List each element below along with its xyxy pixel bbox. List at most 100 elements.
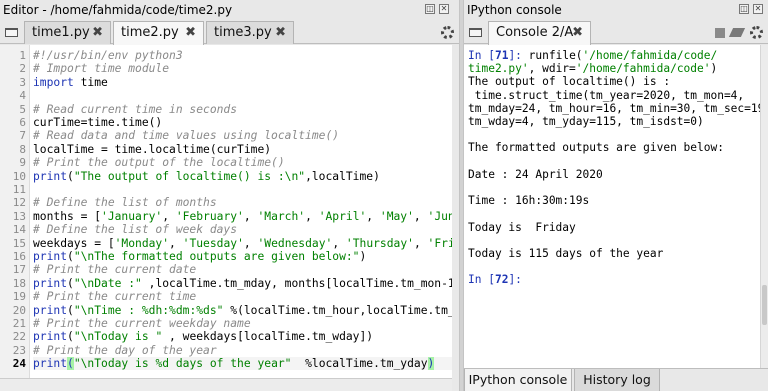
code-token: print xyxy=(33,250,68,263)
console-token: In [ xyxy=(468,273,495,287)
tab-time3[interactable]: time3.py ✖ xyxy=(206,21,294,44)
console-token: , wdir= xyxy=(528,62,576,76)
tab-time1[interactable]: time1.py ✖ xyxy=(24,21,111,44)
console-token: 71 xyxy=(494,49,509,62)
console-output[interactable]: In [71]: runfile('/home/fahmida/code/tim… xyxy=(464,45,760,368)
code-line[interactable]: weekdays = ['Monday', 'Tuesday', 'Wednes… xyxy=(33,237,452,250)
line-number: 24 xyxy=(12,357,26,371)
code-line[interactable]: #!/usr/bin/env python3 xyxy=(33,49,183,62)
code-token: # Print the output of the localtime() xyxy=(33,156,285,170)
line-number: 6 xyxy=(19,116,26,129)
code-line[interactable]: # Print the current date xyxy=(33,263,196,276)
code-token: curTime=time.time() xyxy=(33,116,163,129)
gear-icon[interactable] xyxy=(750,26,763,39)
code-token: %localTime.tm_yday xyxy=(291,357,428,371)
code-line[interactable]: print("\nThe formatted outputs are given… xyxy=(33,250,366,263)
folder-icon[interactable] xyxy=(469,28,482,37)
code-token: 'Thursday' xyxy=(345,236,414,250)
stop-icon[interactable] xyxy=(715,28,725,38)
console-vertical-scrollbar[interactable] xyxy=(760,45,768,368)
console-token: tm_wday=4, tm_yday=115, tm_isdst=0) xyxy=(468,115,704,129)
tab-label: Console 2/A xyxy=(496,25,574,40)
undock-icon[interactable]: ◫ xyxy=(425,4,435,14)
code-token: "The output of localtime() is :\n" xyxy=(73,169,306,183)
code-token: "\nDate :" xyxy=(73,276,142,290)
code-line[interactable]: # Read data and time values using localt… xyxy=(33,129,339,142)
code-line[interactable]: # Read current time in seconds xyxy=(33,103,237,116)
console-token: '/home/fahmida/code/ xyxy=(582,49,718,62)
line-number: 16 xyxy=(12,250,26,263)
code-line[interactable]: # Print the current time xyxy=(33,290,196,303)
console-line: time2.py', wdir='/home/fahmida/code') xyxy=(468,62,760,75)
folder-icon[interactable] xyxy=(5,28,18,37)
code-token: print xyxy=(33,303,68,317)
code-token: 'March' xyxy=(257,209,306,223)
console-line: tm_mday=24, tm_hour=16, tm_min=30, tm_se… xyxy=(468,102,760,115)
console-token: The formatted outputs are given below: xyxy=(468,141,724,155)
code-token: # Define the list of months xyxy=(33,196,217,210)
line-number: 4 xyxy=(19,89,26,103)
code-line[interactable]: print("The output of localtime() is :\n"… xyxy=(33,170,380,183)
code-line[interactable]: # Print the current weekday name xyxy=(33,317,251,330)
close-icon[interactable]: ✖ xyxy=(572,22,583,43)
tab-console-2a[interactable]: Console 2/A ✖ xyxy=(488,21,591,45)
code-line[interactable]: print("\nTime : %dh:%dm:%ds" %(localTime… xyxy=(33,304,452,317)
code-line[interactable]: # Define the list of months xyxy=(33,196,217,209)
close-icon[interactable]: ✕ xyxy=(439,4,449,14)
undock-icon[interactable]: ◫ xyxy=(739,4,749,14)
console-line: In [72]: xyxy=(468,273,760,286)
line-number: 2 xyxy=(19,62,26,76)
code-line[interactable]: curTime=time.time() xyxy=(33,116,162,129)
close-icon[interactable]: ✖ xyxy=(185,22,196,43)
code-token: print xyxy=(33,330,68,344)
code-token: # Read data and time values using localt… xyxy=(33,129,340,143)
code-editor[interactable]: 1 2 3 4 5 6 7 8 9 10 11 12 13 14 15 16 17 18 19 20 21 22 23 24 … xyxy=(0,45,452,378)
console-token: '/home/fahmida/code' xyxy=(575,62,711,76)
code-line[interactable]: months = ['January', 'February', 'March'… xyxy=(33,210,452,223)
line-number: 12 xyxy=(12,196,26,210)
eraser-icon[interactable] xyxy=(728,28,746,37)
line-number: 8 xyxy=(19,142,26,156)
code-token: ( xyxy=(67,169,74,183)
editor-vertical-scrollbar[interactable] xyxy=(452,45,459,391)
console-token: Time : 16h:30m:19s xyxy=(468,194,590,208)
code-line[interactable]: print("\nToday is " , weekdays[localTime… xyxy=(33,330,373,343)
close-icon[interactable]: ✖ xyxy=(92,22,103,43)
close-icon[interactable]: ✕ xyxy=(753,4,763,14)
gear-icon[interactable] xyxy=(441,26,454,39)
console-line: Time : 16h:30m:19s xyxy=(468,194,760,207)
code-token: "\nToday is " xyxy=(73,330,163,344)
close-icon[interactable]: ✖ xyxy=(275,22,286,43)
editor-horizontal-scrollbar[interactable] xyxy=(0,378,452,391)
code-line[interactable]: print("\nToday is %d days of the year" %… xyxy=(33,357,452,371)
code-token: # Read current time in seconds xyxy=(33,102,238,116)
console-line: Today is Friday xyxy=(468,221,760,234)
scroll-thumb[interactable] xyxy=(762,285,767,325)
editor-pane-title: Editor - /home/fahmida/code/time2.py xyxy=(3,3,233,17)
tab-ipython-console[interactable]: IPython console xyxy=(464,369,572,391)
console-bottom-tabs: IPython console History log xyxy=(464,368,768,391)
code-token: , xyxy=(305,209,319,223)
code-line[interactable]: localTime = time.localtime(curTime) xyxy=(33,143,271,156)
line-number: 13 xyxy=(12,209,26,223)
console-token: Date : 24 April 2020 xyxy=(468,167,603,181)
code-line[interactable]: print("\nDate :" ,localTime.tm_mday, mon… xyxy=(33,277,452,290)
code-line[interactable]: # Print the output of the localtime() xyxy=(33,156,285,169)
console-pane-controls: ◫ ✕ xyxy=(739,4,763,14)
editor-pane: Editor - /home/fahmida/code/time2.py ◫ ✕… xyxy=(0,0,459,391)
tab-label: time2.py xyxy=(121,25,179,40)
code-token: ( xyxy=(67,250,74,263)
code-token: 'Friday' xyxy=(427,236,452,250)
code-line[interactable]: import time xyxy=(33,76,108,89)
console-token: ]: xyxy=(508,273,522,287)
code-token: ,localTime) xyxy=(305,169,380,183)
line-number: 20 xyxy=(12,303,26,317)
code-line[interactable]: # Import time module xyxy=(33,62,169,75)
tab-label: time3.py xyxy=(214,25,272,40)
tab-history-log[interactable]: History log xyxy=(574,369,660,391)
tab-time2[interactable]: time2.py ✖ xyxy=(113,21,204,45)
code-line[interactable]: # Define the list of week days xyxy=(33,223,237,236)
code-line[interactable]: # Print the day of the year xyxy=(33,344,217,357)
